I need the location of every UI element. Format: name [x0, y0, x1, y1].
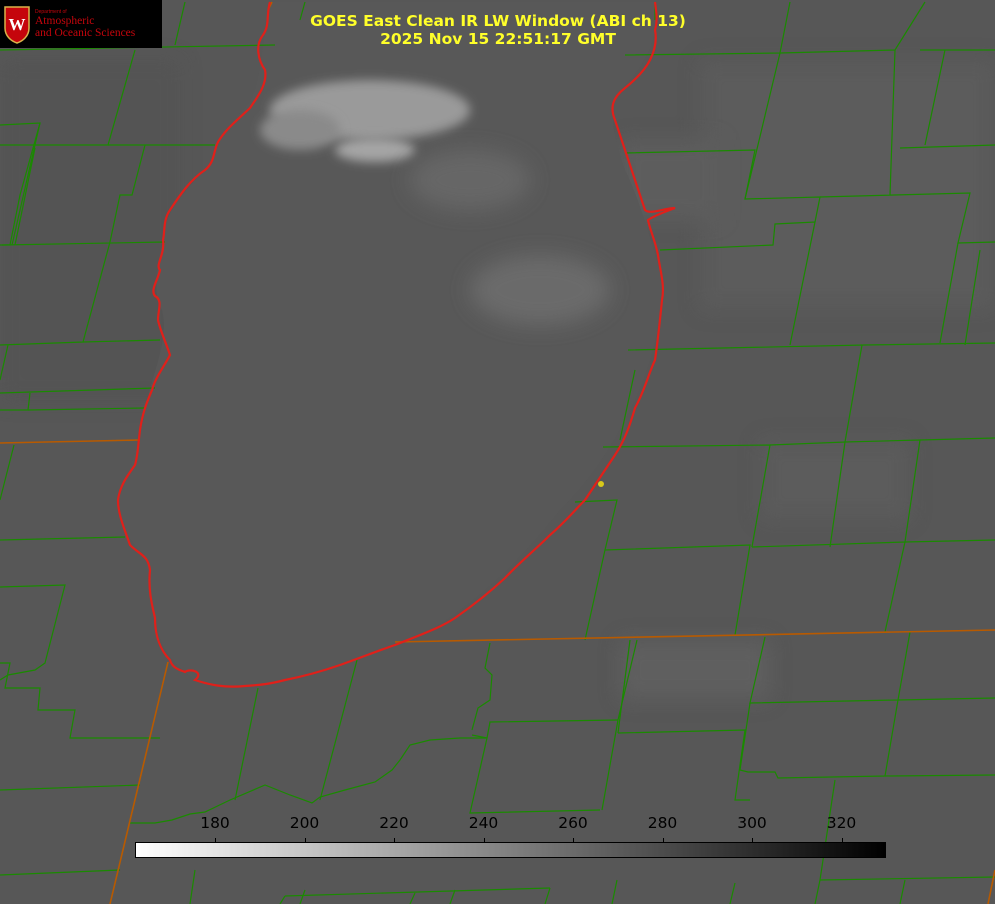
temperature-colorbar	[135, 842, 886, 858]
colorbar-tick-label: 220	[379, 814, 409, 832]
title-timestamp: 2025 Nov 15 22:51:17 GMT	[380, 30, 616, 48]
colorbar-tick-mark	[752, 838, 753, 843]
colorbar-tick-mark	[215, 838, 216, 843]
logo-name-line2: and Oceanic Sciences	[35, 27, 136, 39]
colorbar-tick-mark	[841, 838, 843, 843]
colorbar-tick-label: 180	[200, 814, 230, 832]
colorbar-tick-mark	[483, 838, 485, 843]
title-line1: GOES East Clean IR LW Window (ABI ch 13)	[310, 12, 686, 30]
colorbar-tick-label: 280	[647, 814, 678, 832]
logo-name-line1: Atmospheric	[35, 15, 95, 27]
colorbar-tick-mark	[662, 838, 664, 843]
colorbar-tick-mark	[573, 838, 574, 843]
colorbar-tick-label: 200	[289, 814, 320, 832]
uw-crest-icon: W	[4, 6, 30, 44]
svg-text:W: W	[9, 15, 26, 34]
satellite-map	[0, 0, 995, 904]
colorbar-tick-mark	[304, 838, 306, 843]
station-marker	[598, 481, 604, 487]
colorbar-tick-label: 320	[826, 814, 857, 832]
image-title: GOES East Clean IR LW Window (ABI ch 13)…	[260, 12, 736, 48]
colorbar-tick-label: 240	[468, 814, 499, 832]
colorbar-tick-mark	[394, 838, 395, 843]
colorbar-tick-label: 300	[737, 814, 767, 832]
aos-logo: W Department of Atmospheric and Oceanic …	[0, 0, 162, 48]
colorbar-tick-label: 260	[558, 814, 588, 832]
